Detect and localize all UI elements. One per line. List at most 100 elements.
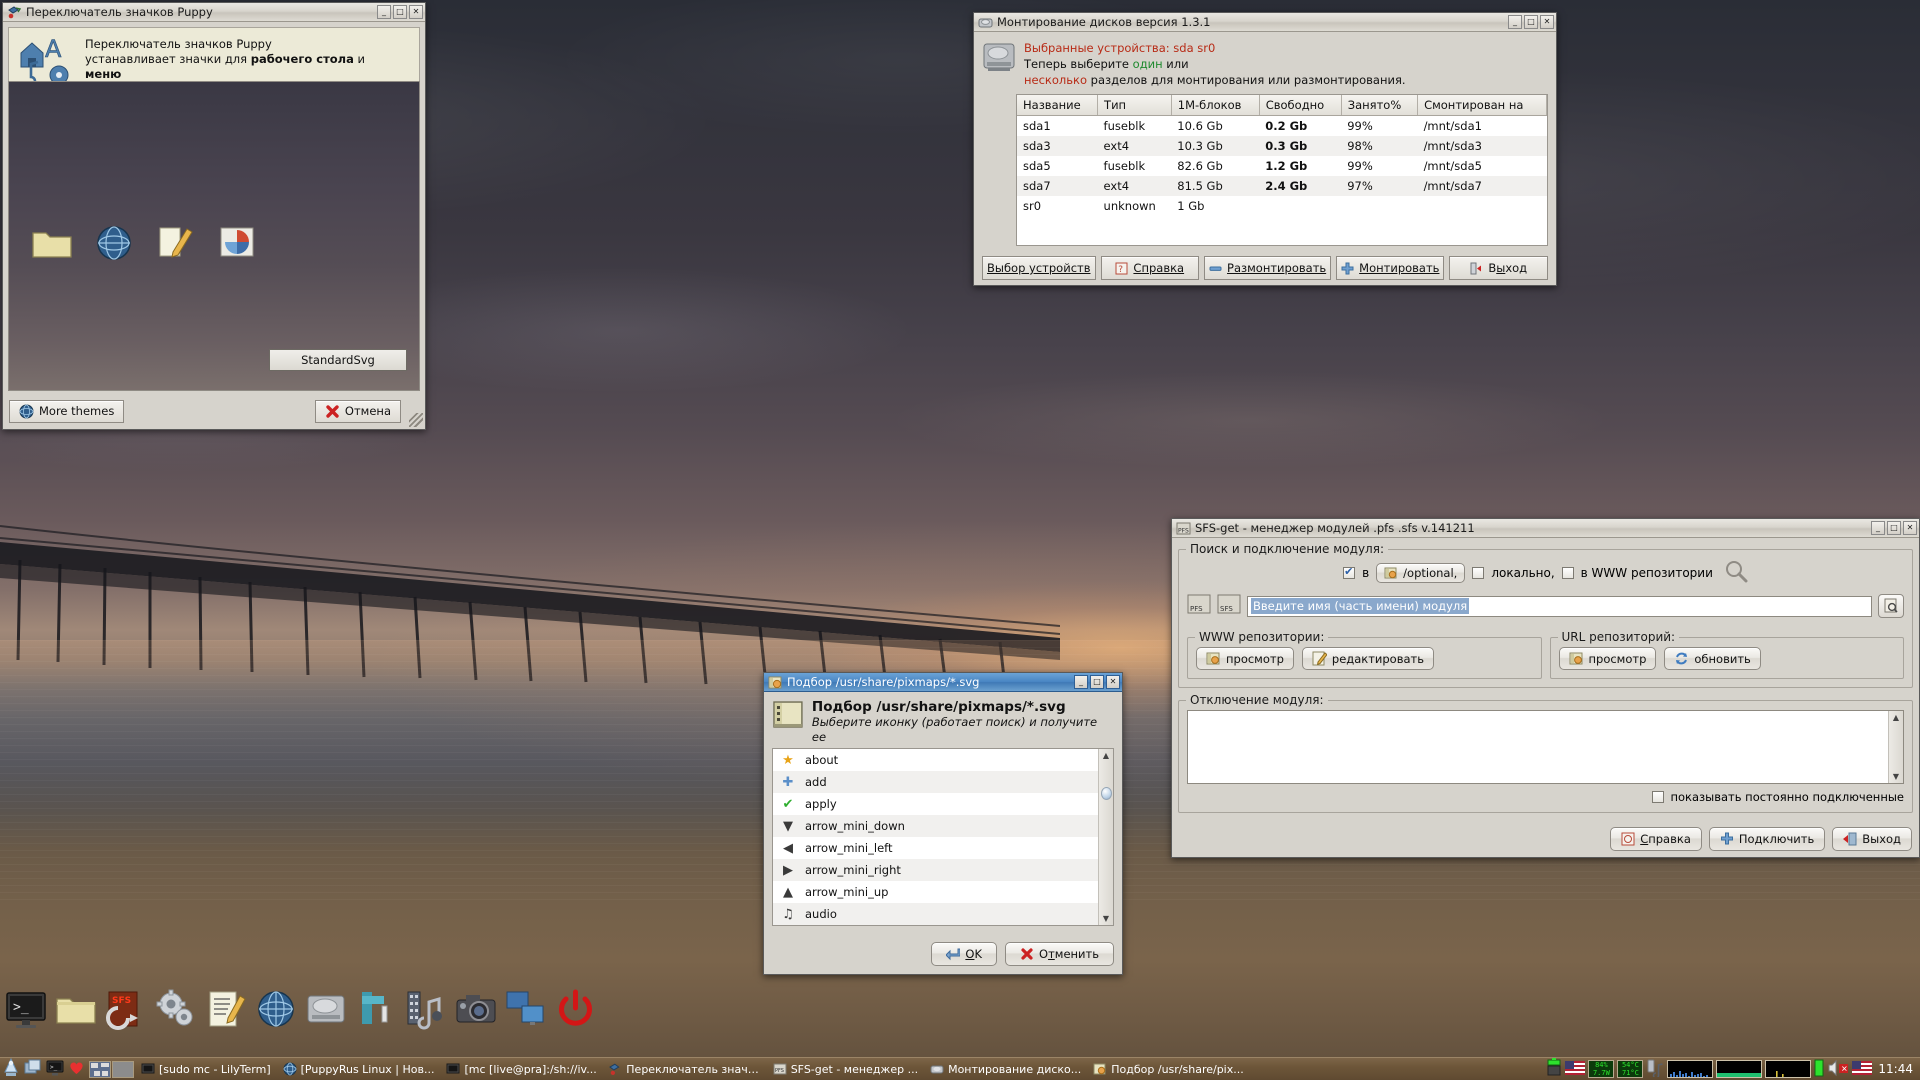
- favorites-heart-icon[interactable]: [68, 1059, 85, 1079]
- workspace-1[interactable]: [89, 1060, 111, 1078]
- disk-table-header-cell[interactable]: Смонтирован на: [1417, 95, 1547, 116]
- taskbar-task[interactable]: Монтирование диско...: [927, 1061, 1086, 1077]
- help-button[interactable]: Справка: [1610, 827, 1702, 851]
- temperature-monitor[interactable]: 54°C 71°C: [1617, 1060, 1644, 1078]
- maximize-button[interactable]: □: [393, 5, 407, 19]
- url-view-button[interactable]: просмотр: [1558, 647, 1657, 670]
- sfs-icon[interactable]: SFS: [104, 988, 148, 1032]
- disk-table-container[interactable]: Название Тип 1М-блоков Свободно Занято% Смонт…: [1016, 94, 1548, 246]
- close-button[interactable]: ✕: [409, 5, 423, 19]
- file-manager-icon[interactable]: [54, 988, 98, 1032]
- resize-grip[interactable]: [409, 413, 423, 427]
- paint-icon[interactable]: [354, 988, 398, 1032]
- sfs-get-window-buttons[interactable]: _ □ ✕: [1871, 521, 1917, 535]
- www-view-button[interactable]: просмотр: [1196, 647, 1294, 670]
- list-item[interactable]: ▶ arrow_mini_right: [773, 859, 1098, 881]
- icon-picker-window-buttons[interactable]: _ □ ✕: [1074, 675, 1120, 689]
- connect-button[interactable]: Подключить: [1708, 827, 1826, 851]
- disk-table-body[interactable]: sda1 fuseblk 10.6 Gb 0.2 Gb 99% /mnt/sda1 sda3…: [1017, 116, 1547, 217]
- taskbar-task[interactable]: Переключатель значк...: [606, 1061, 766, 1077]
- table-row[interactable]: sda7 ext4 81.5 Gb 2.4 Gb 97%/mnt/sda7: [1017, 176, 1547, 196]
- sfs-format-icon[interactable]: SFS: [1217, 592, 1241, 620]
- taskbar[interactable]: >_ [sudo mc - LilyTerm] [PuppyRus Linux …: [0, 1057, 1920, 1080]
- close-button[interactable]: ✕: [1540, 15, 1554, 29]
- list-item[interactable]: ◀ arrow_mini_left: [773, 837, 1098, 859]
- icon-picker-scrollbar[interactable]: ▲ ▼: [1098, 749, 1113, 925]
- disconnect-list[interactable]: ▲ ▼: [1187, 710, 1904, 784]
- disk-table-header-cell[interactable]: Название: [1017, 95, 1099, 116]
- disconnect-scrollbar[interactable]: ▲ ▼: [1888, 711, 1903, 783]
- local-checkbox[interactable]: [1472, 566, 1485, 579]
- optional-path-button[interactable]: /optional,: [1376, 562, 1466, 583]
- shutdown-icon[interactable]: [554, 988, 598, 1032]
- table-row[interactable]: sda5 fuseblk 82.6 Gb 1.2 Gb 99% /mnt/sda5: [1017, 156, 1547, 176]
- terminal-icon[interactable]: >_: [4, 988, 48, 1032]
- network-graph[interactable]: [1765, 1060, 1812, 1078]
- taskbar-task[interactable]: PFS SFS-get - менеджер ...: [770, 1061, 923, 1077]
- disk-mount-window-buttons[interactable]: _ □ ✕: [1508, 15, 1554, 29]
- ok-button[interactable]: OK: [931, 942, 997, 966]
- close-button[interactable]: ✕: [1903, 521, 1917, 535]
- theme-name-button[interactable]: StandardSvg: [269, 349, 407, 371]
- audio-mixer-icon[interactable]: [1646, 1059, 1664, 1080]
- workspace-pager[interactable]: [89, 1060, 134, 1078]
- table-row[interactable]: sr0 unknown 1 Gb: [1017, 196, 1547, 216]
- scroll-down-arrow[interactable]: ▼: [1103, 912, 1109, 925]
- clock[interactable]: 11:44: [1875, 1062, 1913, 1076]
- maximize-button[interactable]: □: [1524, 15, 1538, 29]
- url-update-button[interactable]: обновить: [1664, 647, 1761, 670]
- icon-picker-rows[interactable]: ★ about ✚ add ✔ apply ▼ arrow_mini_down ◀ arrow_m…: [773, 749, 1098, 925]
- taskbar-task[interactable]: [mc [live@pra]:/sh://iv...: [443, 1061, 601, 1077]
- pfs-format-icon[interactable]: PFS: [1187, 592, 1211, 620]
- window-disk-mount[interactable]: Монтирование дисков версия 1.3.1 _ □ ✕ В…: [973, 12, 1557, 286]
- minimize-button[interactable]: _: [1074, 675, 1088, 689]
- table-row[interactable]: sda1 fuseblk 10.6 Gb 0.2 Gb 99% /mnt/sda1: [1017, 116, 1547, 137]
- more-themes-button[interactable]: More themes: [9, 399, 125, 423]
- exit-button[interactable]: Выход: [1832, 827, 1912, 851]
- scroll-down-arrow[interactable]: ▼: [1893, 770, 1899, 783]
- scroll-up-arrow[interactable]: ▲: [1103, 749, 1109, 762]
- module-name-input[interactable]: Введите имя (часть имени) модуля: [1247, 595, 1872, 617]
- disk-mount-titlebar[interactable]: Монтирование дисков версия 1.3.1 _ □ ✕: [974, 13, 1556, 32]
- camera-icon[interactable]: [454, 988, 498, 1032]
- list-item[interactable]: ♫ audio: [773, 903, 1098, 925]
- list-item[interactable]: ▼ arrow_mini_down: [773, 815, 1098, 837]
- volume-muted-icon[interactable]: ✕: [1827, 1059, 1849, 1080]
- scroll-up-arrow[interactable]: ▲: [1893, 711, 1899, 724]
- mount-button[interactable]: Монтировать: [1336, 256, 1445, 280]
- cpu-graph[interactable]: [1667, 1060, 1714, 1078]
- icon-switcher-window-buttons[interactable]: _ □ ✕: [377, 5, 423, 19]
- network-icon[interactable]: [504, 988, 548, 1032]
- list-item[interactable]: ★ about: [773, 749, 1098, 771]
- drive-icon[interactable]: [304, 988, 348, 1032]
- settings-gears-icon[interactable]: [154, 988, 198, 1032]
- www-edit-button[interactable]: редактировать: [1301, 647, 1435, 670]
- start-menu-button[interactable]: [2, 1057, 20, 1080]
- icon-picker-list[interactable]: ★ about ✚ add ✔ apply ▼ arrow_mini_down ◀ arrow_m…: [772, 748, 1114, 926]
- system-tray[interactable]: 84% 7.7W 54°C 71°C ✕ 11:44: [1546, 1058, 1918, 1080]
- workspace-2[interactable]: [112, 1060, 134, 1078]
- theme-preview-area[interactable]: StandardSvg: [8, 81, 420, 391]
- terminal-launcher-icon[interactable]: >_: [46, 1059, 64, 1080]
- search-icon[interactable]: [1724, 559, 1748, 586]
- exit-button[interactable]: Выход: [1449, 256, 1548, 280]
- multimedia-icon[interactable]: [404, 988, 448, 1032]
- module-search-button[interactable]: [1878, 594, 1904, 618]
- table-row[interactable]: sda3 ext4 10.3 Gb 0.3 Gb 98%/mnt/sda3: [1017, 136, 1547, 156]
- list-item[interactable]: ✚ add: [773, 771, 1098, 793]
- list-item[interactable]: ▲ arrow_mini_up: [773, 881, 1098, 903]
- cancel-button[interactable]: Отменить: [1005, 942, 1114, 966]
- sfs-get-titlebar[interactable]: PFS SFS-get - менеджер модулей .pfs .sfs…: [1172, 519, 1919, 538]
- disconnect-list-area[interactable]: [1188, 711, 1888, 783]
- disk-table-header-cell[interactable]: Тип: [1097, 95, 1172, 116]
- keyboard-layout-flag-icon[interactable]: [1565, 1060, 1586, 1078]
- window-sfs-get[interactable]: PFS SFS-get - менеджер модулей .pfs .sfs…: [1171, 518, 1920, 858]
- window-icon-picker[interactable]: Подбор /usr/share/pixmaps/*.svg _ □ ✕ По…: [763, 672, 1123, 975]
- icon-switcher-titlebar[interactable]: Переключатель значков Puppy _ □ ✕: [3, 3, 425, 22]
- battery-icon[interactable]: [1546, 1058, 1562, 1080]
- minimize-button[interactable]: _: [377, 5, 391, 19]
- minimize-button[interactable]: _: [1871, 521, 1885, 535]
- list-item[interactable]: ✔ apply: [773, 793, 1098, 815]
- optional-checkbox[interactable]: [1343, 566, 1356, 579]
- www-checkbox[interactable]: [1561, 566, 1574, 579]
